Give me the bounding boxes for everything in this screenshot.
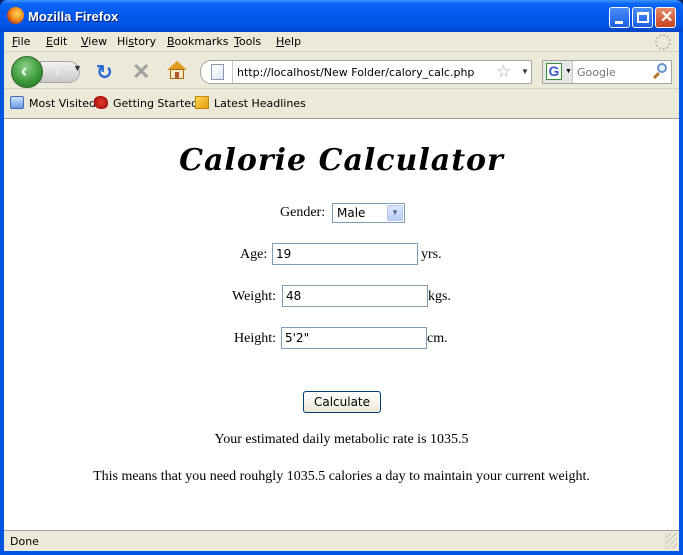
page-content: Calorie Calculator Gender: Male ▾ Age: y…: [4, 118, 679, 530]
stop-icon[interactable]: ✕: [132, 59, 150, 85]
height-input[interactable]: [281, 327, 427, 349]
menu-bookmarks[interactable]: Bookmarks: [167, 35, 228, 48]
throbber-icon: [655, 34, 671, 50]
chevron-down-icon: ▾: [387, 205, 403, 221]
height-unit: cm.: [427, 331, 448, 346]
search-input[interactable]: [577, 64, 647, 80]
metabolic-rate-text: Your estimated daily metabolic rate is 1…: [214, 432, 469, 447]
folder-icon: [10, 96, 24, 109]
search-engine-button[interactable]: G ▼: [543, 61, 573, 83]
age-input[interactable]: [272, 243, 418, 265]
menu-bar: File Edit View History Bookmarks Tools H…: [4, 32, 679, 52]
reload-icon[interactable]: ↻: [96, 60, 113, 85]
maximize-button[interactable]: [632, 7, 653, 28]
menu-help[interactable]: Help: [276, 35, 301, 48]
search-icon[interactable]: [652, 63, 667, 80]
bookmark-star-icon[interactable]: ☆: [496, 62, 511, 82]
gender-value: Male: [337, 206, 366, 220]
rss-icon: [195, 96, 209, 109]
address-bar: ☆ ▼: [200, 60, 532, 84]
menu-edit[interactable]: Edit: [46, 35, 67, 48]
menu-history[interactable]: History: [117, 35, 156, 48]
status-text: Done: [10, 535, 39, 548]
weight-unit: kgs.: [428, 289, 451, 304]
resize-grip[interactable]: [665, 533, 677, 549]
maximize-icon: [637, 12, 649, 23]
chevron-down-icon: ▼: [565, 68, 572, 75]
bookmark-most-visited[interactable]: Most Visited: [10, 96, 96, 110]
title-bar[interactable]: Mozilla Firefox ✕: [0, 0, 683, 32]
firefox-logo-icon: [7, 7, 24, 24]
menu-file[interactable]: File: [12, 35, 30, 48]
minimize-icon: [615, 21, 623, 24]
close-icon: ✕: [660, 9, 674, 26]
firefox-bookmark-icon: [94, 96, 108, 109]
age-label: Age:: [240, 247, 268, 262]
calculate-button[interactable]: Calculate: [303, 391, 381, 413]
status-bar: Done: [4, 530, 679, 551]
close-button[interactable]: ✕: [655, 7, 676, 28]
forward-arrow-icon: ›: [55, 63, 60, 80]
minimize-button[interactable]: [609, 7, 630, 28]
browser-window: Mozilla Firefox ✕ File Edit View History…: [0, 0, 683, 555]
url-input[interactable]: [237, 64, 487, 80]
gender-label: Gender:: [280, 205, 326, 220]
height-label: Height:: [234, 331, 276, 346]
weight-input[interactable]: [282, 285, 428, 307]
menu-view[interactable]: View: [81, 35, 107, 48]
page-icon: [211, 64, 224, 80]
weight-label: Weight:: [232, 289, 276, 304]
window-title: Mozilla Firefox: [28, 9, 119, 24]
browser-chrome: File Edit View History Bookmarks Tools H…: [4, 32, 679, 118]
gender-select[interactable]: Male ▾: [332, 203, 405, 223]
navigation-toolbar: › ‹ ▼ ↻ ✕ ☆ ▼ G ▼: [4, 53, 679, 89]
back-arrow-icon: ‹: [21, 61, 27, 81]
google-icon: G: [546, 63, 562, 80]
url-dropdown-icon[interactable]: ▼: [521, 67, 529, 76]
history-dropdown-icon[interactable]: ▼: [73, 63, 82, 73]
bookmarks-toolbar: Most Visited Getting Started Latest Head…: [4, 90, 679, 116]
bookmark-getting-started[interactable]: Getting Started: [94, 96, 198, 110]
back-button[interactable]: ‹: [11, 56, 43, 88]
bookmark-latest-headlines[interactable]: Latest Headlines: [195, 96, 306, 110]
page-title: Calorie Calculator: [179, 143, 504, 178]
search-bar: G ▼: [542, 60, 672, 84]
age-unit: yrs.: [421, 247, 442, 262]
menu-tools[interactable]: Tools: [234, 35, 261, 48]
home-icon[interactable]: [166, 61, 188, 81]
calorie-advice-text: This means that you need rouhgly 1035.5 …: [93, 469, 590, 484]
